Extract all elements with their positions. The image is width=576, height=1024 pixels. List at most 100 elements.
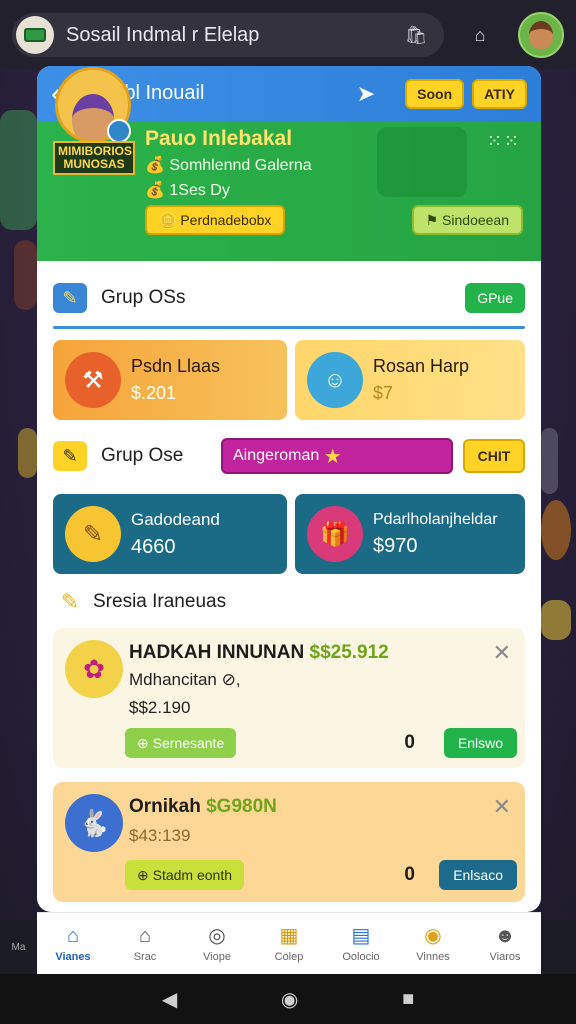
- offer-count: 0: [404, 864, 415, 885]
- soon-button[interactable]: Soon: [405, 78, 465, 109]
- offer-action-button[interactable]: Enlsaco: [439, 860, 517, 890]
- hero-action-button[interactable]: 🪙 Perdnadebobx: [145, 205, 286, 235]
- section3-title: Sresia Iraneuas: [93, 591, 227, 612]
- side-nav-fragment: Ma: [0, 920, 37, 974]
- main-card: ‹ Intabl Inouail ➤ Soon ATIY MIMIBORIOS …: [37, 66, 541, 912]
- tile-value: $7: [373, 383, 394, 403]
- app-logo[interactable]: [16, 16, 54, 54]
- nav-item-3[interactable]: ◎ Viope: [181, 913, 253, 974]
- nav-item-2[interactable]: ⌂ Srac: [109, 913, 181, 974]
- section3: ✎ Sresia Iraneuas: [53, 582, 525, 622]
- star-icon: ★: [323, 445, 342, 468]
- atiy-button[interactable]: ATIY: [472, 78, 527, 109]
- user-icon: ☻: [494, 924, 516, 947]
- top-bar: Sosail Indmal r Elelap 🛍 ⌂: [0, 0, 576, 70]
- person-avatar-icon: ☺: [307, 352, 363, 408]
- offer-card-2: 🐇 Ornikah $G980N $43:139 ✕ ⊕ Stadm eonth…: [53, 782, 525, 902]
- tile-name: Gadodeand: [131, 509, 220, 529]
- gift-icon: 🎁: [307, 506, 363, 562]
- nav-item-6[interactable]: ◉ Vinnes: [397, 913, 469, 974]
- tile-value: 4660: [131, 535, 176, 558]
- offer-price: $$2.190: [129, 698, 191, 717]
- offer-price: $43:139: [129, 826, 191, 845]
- group-icon: ✎: [53, 283, 87, 313]
- tile-name: Pdarlholanjheldar: [373, 510, 498, 528]
- home-icon: ⌂: [66, 924, 80, 947]
- hero-tag: MIMIBORIOS MUNOSAS: [53, 141, 135, 175]
- group2-tile-1[interactable]: ✎ Gadodeand 4660: [53, 494, 287, 574]
- group1-button[interactable]: GPue: [465, 283, 525, 313]
- group1-section: ✎ Grup OSs GPue: [53, 278, 525, 329]
- nav-label: Vinnes: [416, 950, 450, 963]
- bg-decor: [0, 110, 37, 230]
- tile-name: Rosan Harp: [373, 356, 470, 376]
- shop-icon: ▦: [279, 924, 299, 947]
- offer-action-button[interactable]: Enlswo: [443, 728, 517, 758]
- group1-tile-1[interactable]: ⚒ Psdn Llaas $.201: [53, 340, 287, 420]
- app-title: Sosail Indmal r Elelap: [66, 23, 260, 46]
- group1-title: Grup OSs: [101, 287, 186, 308]
- nav-label: Srac: [133, 950, 157, 963]
- offer-card-1: ✿ HADKAH INNUNAN $$25.912 Mdhancitan ⊘, …: [53, 628, 525, 768]
- nav-label: Colep: [274, 950, 304, 963]
- shop-bag-icon[interactable]: ⌂: [466, 21, 494, 49]
- bag-icon[interactable]: 🛍: [402, 21, 430, 49]
- house-outline-icon: ⌂: [138, 924, 152, 947]
- shield-badge-icon: [107, 119, 131, 143]
- rabbit-icon: 🐇: [65, 794, 123, 852]
- chit-button[interactable]: CHIT: [463, 439, 525, 473]
- nav-item-5[interactable]: ▤ Oolocio: [325, 913, 397, 974]
- nav-label: Viaros: [489, 950, 521, 963]
- bg-decor: [18, 428, 37, 478]
- nav-label: Vianes: [55, 950, 91, 963]
- group2-tile-2[interactable]: 🎁 Pdarlholanjheldar $970: [295, 494, 525, 574]
- close-icon[interactable]: ✕: [493, 640, 511, 666]
- wheel-icon: ✿: [65, 640, 123, 698]
- offer-button[interactable]: ⊕ Stadm eonth: [125, 860, 245, 890]
- bottom-nav: ⌂ Vianes ⌂ Srac ◎ Viope ▦ Colep ▤ Ooloci…: [37, 912, 541, 974]
- pencil-badge-icon: ✎: [65, 506, 121, 562]
- pencil-icon: ✎: [60, 589, 80, 614]
- pencil-icon: ✎: [53, 441, 87, 471]
- offer-button[interactable]: ⊕ Sernesante: [125, 728, 237, 758]
- nav-item-home[interactable]: ⌂ Vianes: [37, 913, 109, 974]
- offer-subtitle: Mdhancitan ⊘,: [129, 670, 241, 689]
- offer-title: Ornikah $G980N: [129, 796, 277, 817]
- nav-label: Oolocio: [342, 950, 380, 963]
- nav-item-4[interactable]: ▦ Colep: [253, 913, 325, 974]
- offer-count: 0: [404, 732, 415, 753]
- offer-title: HADKAH INNUNAN $$25.912: [129, 642, 389, 663]
- hero-name: Pauo Inlebakal: [145, 127, 293, 150]
- magenta-pill[interactable]: Aingeroman ★: [221, 438, 453, 474]
- hero-decor: [377, 127, 467, 197]
- tools-icon: ⚒: [65, 352, 121, 408]
- hero-secondary-button[interactable]: ⚑ Sindoeean: [411, 205, 523, 235]
- nav-item-7[interactable]: ☻ Viaros: [469, 913, 541, 974]
- back-nav-icon[interactable]: ◀: [162, 987, 177, 1012]
- camera-icon: ◎: [208, 924, 226, 947]
- more-icon[interactable]: ⁙⁙: [487, 131, 521, 152]
- tile-name: Psdn Llaas: [131, 356, 221, 376]
- side-nav-fragment: [541, 920, 576, 974]
- bg-decor: [14, 240, 37, 310]
- nav-label: Viope: [203, 950, 231, 963]
- tile-value: $970: [373, 534, 418, 557]
- group2-title: Grup Ose: [101, 445, 184, 466]
- system-nav-bar: ◀ ◉ ■: [0, 974, 576, 1024]
- calendar-icon: ▤: [351, 924, 371, 947]
- send-icon[interactable]: ➤: [357, 81, 375, 107]
- divider: [53, 326, 525, 329]
- hero-subtitle: 💰 Somhlennd Galerna: [145, 157, 312, 174]
- recents-nav-icon[interactable]: ■: [402, 988, 414, 1011]
- group1-tile-2[interactable]: ☺ Rosan Harp $7: [295, 340, 525, 420]
- tile-value: $.201: [131, 383, 177, 403]
- close-icon[interactable]: ✕: [493, 794, 511, 820]
- bg-decor: [541, 500, 571, 560]
- coins-icon: ◉: [424, 924, 442, 947]
- bg-decor: [541, 428, 558, 494]
- hero-days: 💰 1Ses Dy: [145, 182, 230, 199]
- profile-avatar[interactable]: [518, 12, 564, 58]
- home-nav-icon[interactable]: ◉: [281, 987, 298, 1012]
- profile-hero: MIMIBORIOS MUNOSAS Pauo Inlebakal 💰 Somh…: [37, 67, 541, 261]
- title-pill: Sosail Indmal r Elelap 🛍: [12, 13, 444, 57]
